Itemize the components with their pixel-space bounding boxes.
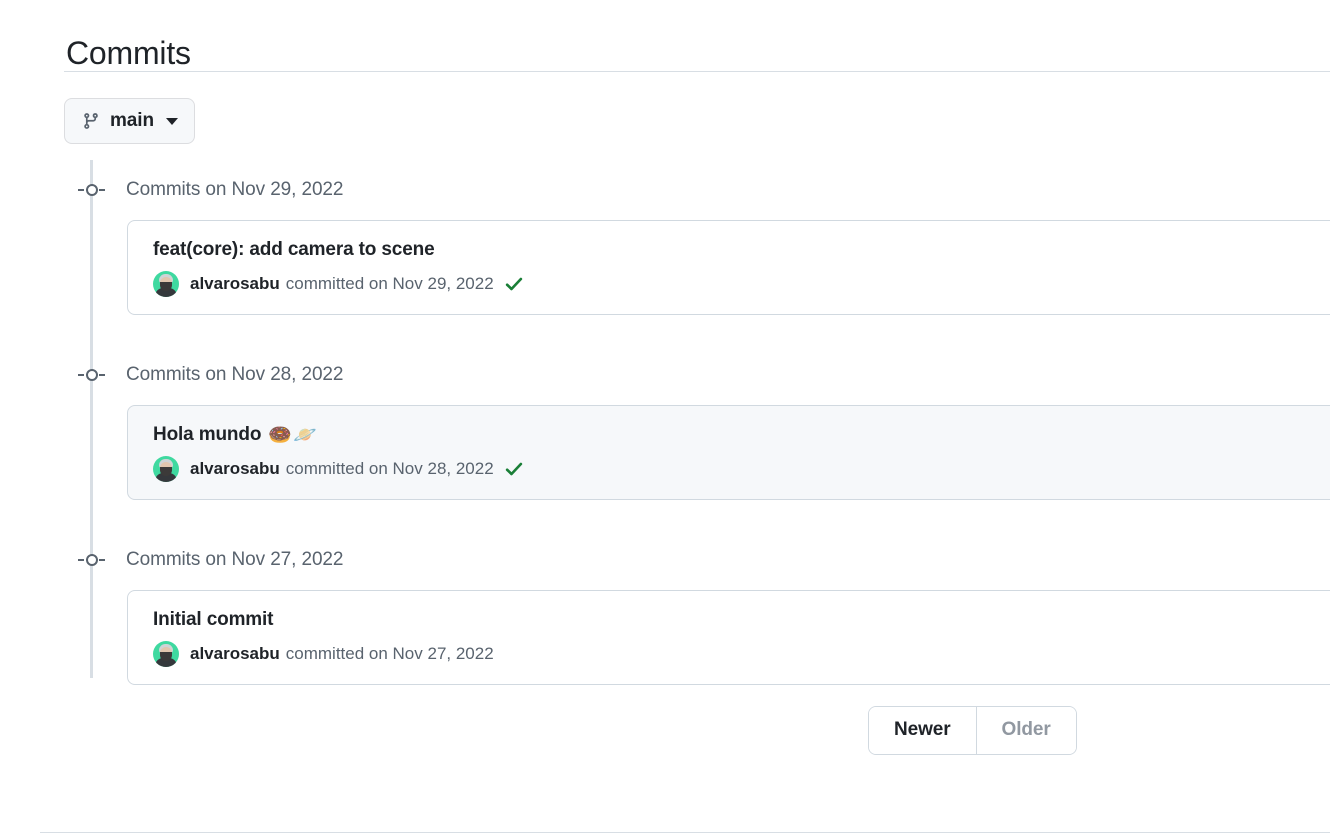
avatar[interactable] bbox=[153, 641, 179, 667]
commit-meta: alvarosabu committed on Nov 27, 2022 bbox=[153, 641, 1330, 667]
commit-item[interactable]: feat(core): add camera to scene alvarosab… bbox=[127, 220, 1330, 315]
commit-item[interactable]: Hola mundo 🍩🪐 alvarosabu committed on Nov 2… bbox=[127, 405, 1330, 500]
avatar[interactable] bbox=[153, 456, 179, 482]
commits-timeline: Commits on Nov 29, 2022 feat(core): add c… bbox=[0, 160, 1330, 685]
pagination: Newer Older bbox=[868, 706, 1077, 755]
commits-page: Commits main Commits on Nov 29, 2022 feat… bbox=[0, 0, 1330, 837]
timeline-node-icon bbox=[78, 183, 105, 197]
commit-group: Commits on Nov 27, 2022 Initial commit alv… bbox=[0, 530, 1330, 685]
commit-author[interactable]: alvarosabu bbox=[190, 458, 280, 480]
commit-message-text: feat(core): add camera to scene bbox=[153, 239, 435, 260]
commit-group: Commits on Nov 29, 2022 feat(core): add c… bbox=[0, 160, 1330, 345]
page-title: Commits bbox=[66, 35, 191, 72]
commit-group-header: Commits on Nov 27, 2022 bbox=[0, 530, 1330, 590]
commit-timestamp: committed on Nov 27, 2022 bbox=[285, 644, 494, 663]
pagination-newer-button[interactable]: Newer bbox=[869, 707, 976, 754]
pagination-older-button: Older bbox=[975, 707, 1076, 754]
timeline-node-icon bbox=[78, 553, 105, 567]
commit-group-header: Commits on Nov 29, 2022 bbox=[0, 160, 1330, 220]
commit-group-date: Commits on Nov 29, 2022 bbox=[126, 179, 344, 200]
commit-message[interactable]: Initial commit bbox=[153, 607, 1330, 633]
commit-message-text: Hola mundo bbox=[153, 424, 262, 445]
commit-timestamp: committed on Nov 28, 2022 bbox=[285, 459, 494, 478]
commit-group-header: Commits on Nov 28, 2022 bbox=[0, 345, 1330, 405]
commit-author[interactable]: alvarosabu bbox=[190, 643, 280, 665]
footer-divider bbox=[40, 832, 1330, 833]
commit-message-text: Initial commit bbox=[153, 609, 274, 630]
chevron-down-icon bbox=[165, 117, 178, 125]
avatar[interactable] bbox=[153, 271, 179, 297]
verified-check-icon bbox=[504, 274, 524, 294]
branch-selector-button[interactable]: main bbox=[64, 98, 195, 144]
header-divider bbox=[64, 71, 1330, 72]
commit-timestamp: committed on Nov 29, 2022 bbox=[285, 274, 494, 293]
commit-group-date: Commits on Nov 28, 2022 bbox=[126, 364, 344, 385]
commit-group-date: Commits on Nov 27, 2022 bbox=[126, 549, 344, 570]
commit-group: Commits on Nov 28, 2022 Hola mundo 🍩🪐 alvar… bbox=[0, 345, 1330, 530]
git-branch-icon bbox=[82, 112, 100, 130]
verified-check-icon bbox=[504, 459, 524, 479]
commit-message-emoji: 🍩🪐 bbox=[268, 424, 318, 446]
branch-name-label: main bbox=[110, 110, 154, 131]
commit-meta: alvarosabu committed on Nov 29, 2022 bbox=[153, 271, 1330, 297]
commit-message[interactable]: Hola mundo 🍩🪐 bbox=[153, 422, 1330, 448]
commit-item[interactable]: Initial commit alvarosabu committed on Nov… bbox=[127, 590, 1330, 685]
commit-message[interactable]: feat(core): add camera to scene bbox=[153, 237, 1330, 263]
timeline-node-icon bbox=[78, 368, 105, 382]
commit-author[interactable]: alvarosabu bbox=[190, 273, 280, 295]
commit-meta: alvarosabu committed on Nov 28, 2022 bbox=[153, 456, 1330, 482]
